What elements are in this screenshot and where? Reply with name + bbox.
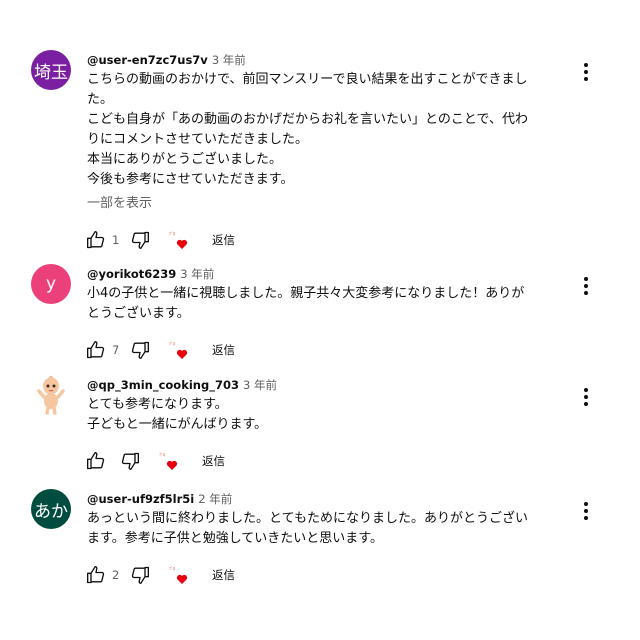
- dislike-button[interactable]: [128, 228, 152, 252]
- author-name[interactable]: @user-uf9zf5lr5i: [87, 492, 194, 506]
- comment-actions: 1 ﾌﾟﾛ 返信: [84, 228, 235, 252]
- show-less-link[interactable]: 一部を表示: [87, 194, 577, 214]
- more-options-icon[interactable]: [576, 62, 596, 82]
- comment-line: た。: [87, 92, 114, 107]
- comment-line: こちらの動画のおかけで、前回マンスリーで良い結果を出すことができまし: [87, 72, 528, 87]
- like-button[interactable]: [84, 563, 108, 587]
- svg-text:ﾌﾟﾛ: ﾌﾟﾛ: [159, 451, 165, 457]
- timestamp[interactable]: 3 年前: [243, 378, 277, 392]
- author-name[interactable]: @user-en7zc7us7v: [87, 53, 208, 67]
- dislike-button[interactable]: [118, 449, 142, 473]
- kewpie-doll-icon[interactable]: [31, 375, 71, 415]
- avatar[interactable]: y: [31, 264, 71, 304]
- reply-button[interactable]: 返信: [202, 453, 225, 469]
- reply-button[interactable]: 返信: [212, 232, 235, 248]
- comment-actions: ﾌﾟﾛ 返信: [84, 449, 225, 473]
- creator-heart-icon: ﾌﾟﾛ: [158, 449, 184, 473]
- comment-line: 子どもと一緒にがんばります。: [87, 417, 268, 432]
- comment-line: りにコメントさせていただきました。: [87, 132, 309, 147]
- comment-line: 小4の子供と一緒に視聴しました。親子共々大変参考になりました！ありが: [87, 286, 525, 301]
- comment-text: こちらの動画のおかけで、前回マンスリーで良い結果を出すことができまし た。 こど…: [87, 70, 577, 190]
- thumbs-down-icon: [131, 341, 149, 359]
- more-options-icon[interactable]: [576, 387, 596, 407]
- creator-heart-icon: ﾌﾟﾛ: [168, 228, 194, 252]
- author-name[interactable]: @qp_3min_cooking_703: [87, 378, 239, 392]
- like-count: 1: [112, 233, 120, 247]
- thumbs-up-icon: [87, 231, 105, 249]
- avatar[interactable]: 埼玉: [31, 50, 71, 90]
- timestamp[interactable]: 3 年前: [180, 267, 214, 281]
- comment-line: こども自身が「あの動画のおかげだからお礼を言いたい」とのことで、代わ: [87, 112, 528, 127]
- thumbs-down-icon: [131, 566, 149, 584]
- comment-header: @user-uf9zf5lr5i 2 年前: [87, 491, 577, 507]
- creator-heart-icon: ﾌﾟﾛ: [168, 563, 194, 587]
- timestamp[interactable]: 3 年前: [212, 53, 246, 67]
- thumbs-up-icon: [87, 452, 105, 470]
- thumbs-up-icon: [87, 341, 105, 359]
- comment-header: @qp_3min_cooking_703 3 年前: [87, 377, 577, 393]
- thumbs-up-icon: [87, 566, 105, 584]
- author-name[interactable]: @yorikot6239: [87, 267, 176, 281]
- timestamp[interactable]: 2 年前: [198, 492, 232, 506]
- avatar[interactable]: あか: [31, 489, 71, 529]
- comment-text: とても参考になります。 子どもと一緒にがんばります。: [87, 395, 577, 435]
- comment-actions: 2 ﾌﾟﾛ 返信: [84, 563, 235, 587]
- like-button[interactable]: [84, 449, 108, 473]
- thumbs-down-icon: [121, 452, 139, 470]
- comment-line: 今後も参考にさせていただきます。: [87, 172, 294, 187]
- comment-line: とても参考になります。: [87, 397, 228, 412]
- more-options-icon[interactable]: [576, 501, 596, 521]
- dislike-button[interactable]: [128, 338, 152, 362]
- svg-text:ﾌﾟﾛ: ﾌﾟﾛ: [169, 340, 175, 346]
- comment-header: @user-en7zc7us7v 3 年前: [87, 52, 577, 68]
- comment-line: とうございます。: [87, 306, 190, 321]
- comment-line: 本当にありがとうございました。: [87, 152, 283, 167]
- comment-header: @yorikot6239 3 年前: [87, 266, 577, 282]
- dislike-button[interactable]: [128, 563, 152, 587]
- comment-line: ます。参考に子供と勉強していきたいと思います。: [87, 531, 384, 546]
- like-count: 7: [112, 343, 120, 357]
- creator-heart-icon: ﾌﾟﾛ: [168, 338, 194, 362]
- more-options-icon[interactable]: [576, 276, 596, 296]
- like-button[interactable]: [84, 228, 108, 252]
- reply-button[interactable]: 返信: [212, 342, 235, 358]
- like-count: 2: [112, 568, 120, 582]
- reply-button[interactable]: 返信: [212, 567, 235, 583]
- comment-actions: 7 ﾌﾟﾛ 返信: [84, 338, 235, 362]
- svg-text:ﾌﾟﾛ: ﾌﾟﾛ: [169, 565, 175, 571]
- svg-text:ﾌﾟﾛ: ﾌﾟﾛ: [169, 230, 175, 236]
- like-button[interactable]: [84, 338, 108, 362]
- comment-line: あっという間に終わりました。とてもためになりました。ありがとうござい: [87, 511, 528, 526]
- comment-text: 小4の子供と一緒に視聴しました。親子共々大変参考になりました！ありが とうござい…: [87, 284, 577, 324]
- comment-text: あっという間に終わりました。とてもためになりました。ありがとうござい ます。参考…: [87, 509, 577, 549]
- thumbs-down-icon: [131, 231, 149, 249]
